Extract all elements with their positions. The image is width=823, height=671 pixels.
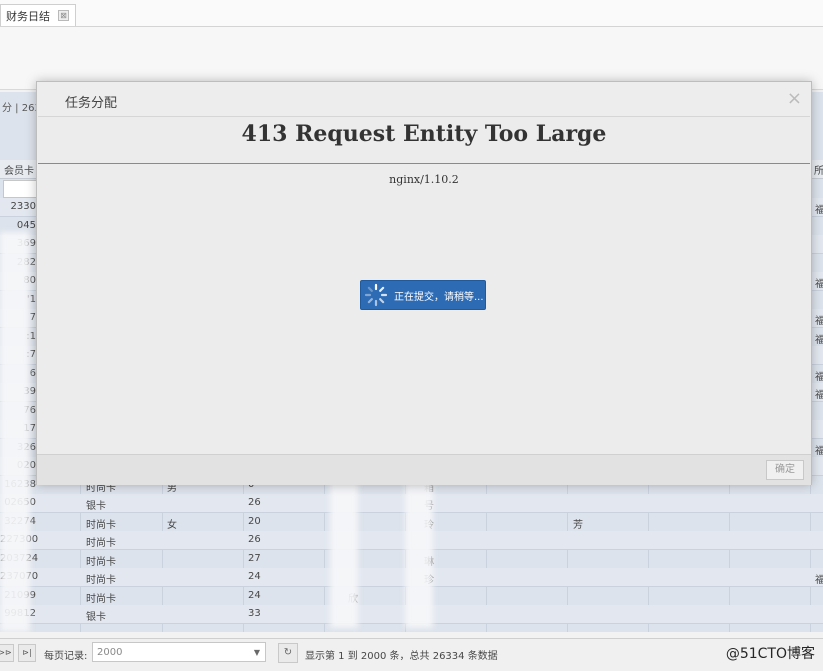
error-divider bbox=[38, 163, 810, 164]
server-signature: nginx/1.10.2 bbox=[389, 173, 459, 186]
spinner-icon bbox=[364, 283, 388, 307]
dialog-header: 任务分配 × bbox=[37, 82, 811, 116]
dialog-title: 任务分配 bbox=[65, 96, 118, 111]
loading-text: 正在提交，请稍等... bbox=[394, 291, 484, 303]
confirm-button[interactable]: 确定 bbox=[766, 460, 804, 480]
dialog-footer: 确定 bbox=[37, 454, 811, 485]
error-title: 413 Request Entity Too Large bbox=[241, 121, 607, 147]
close-icon[interactable]: × bbox=[787, 88, 802, 109]
loading-indicator: 正在提交，请稍等... bbox=[360, 280, 486, 310]
